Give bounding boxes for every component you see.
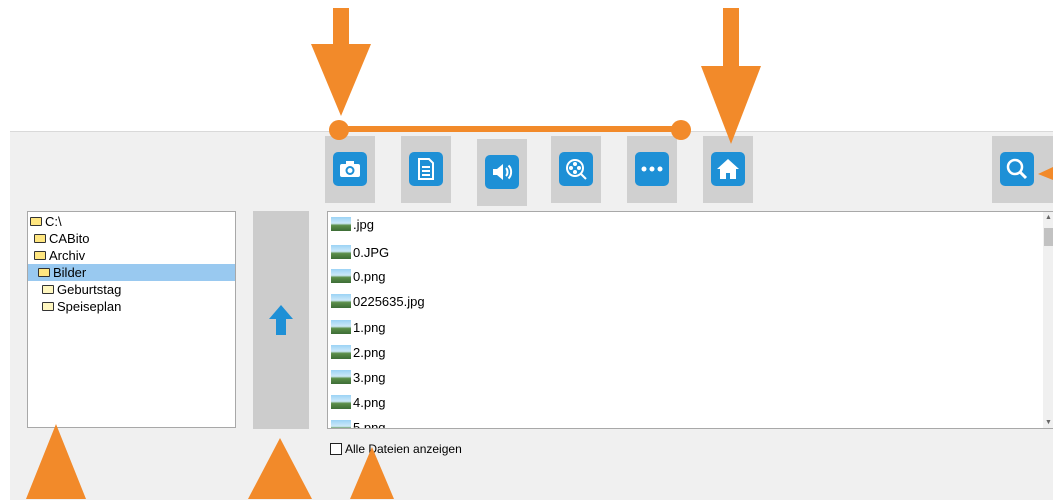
arrow-shaft xyxy=(723,8,739,68)
arrow-up-icon xyxy=(350,447,394,499)
bracket-dot xyxy=(671,120,691,140)
arrow-down-icon xyxy=(701,66,761,144)
bracket-dot xyxy=(329,120,349,140)
arrow-down-icon xyxy=(311,44,371,116)
arrow-up-icon xyxy=(248,438,312,499)
arrow-shaft xyxy=(333,8,349,46)
bracket-line xyxy=(338,126,682,132)
annotation-overlay xyxy=(26,8,1053,499)
arrow-left-icon xyxy=(1038,167,1053,180)
arrow-up-icon xyxy=(26,424,86,499)
